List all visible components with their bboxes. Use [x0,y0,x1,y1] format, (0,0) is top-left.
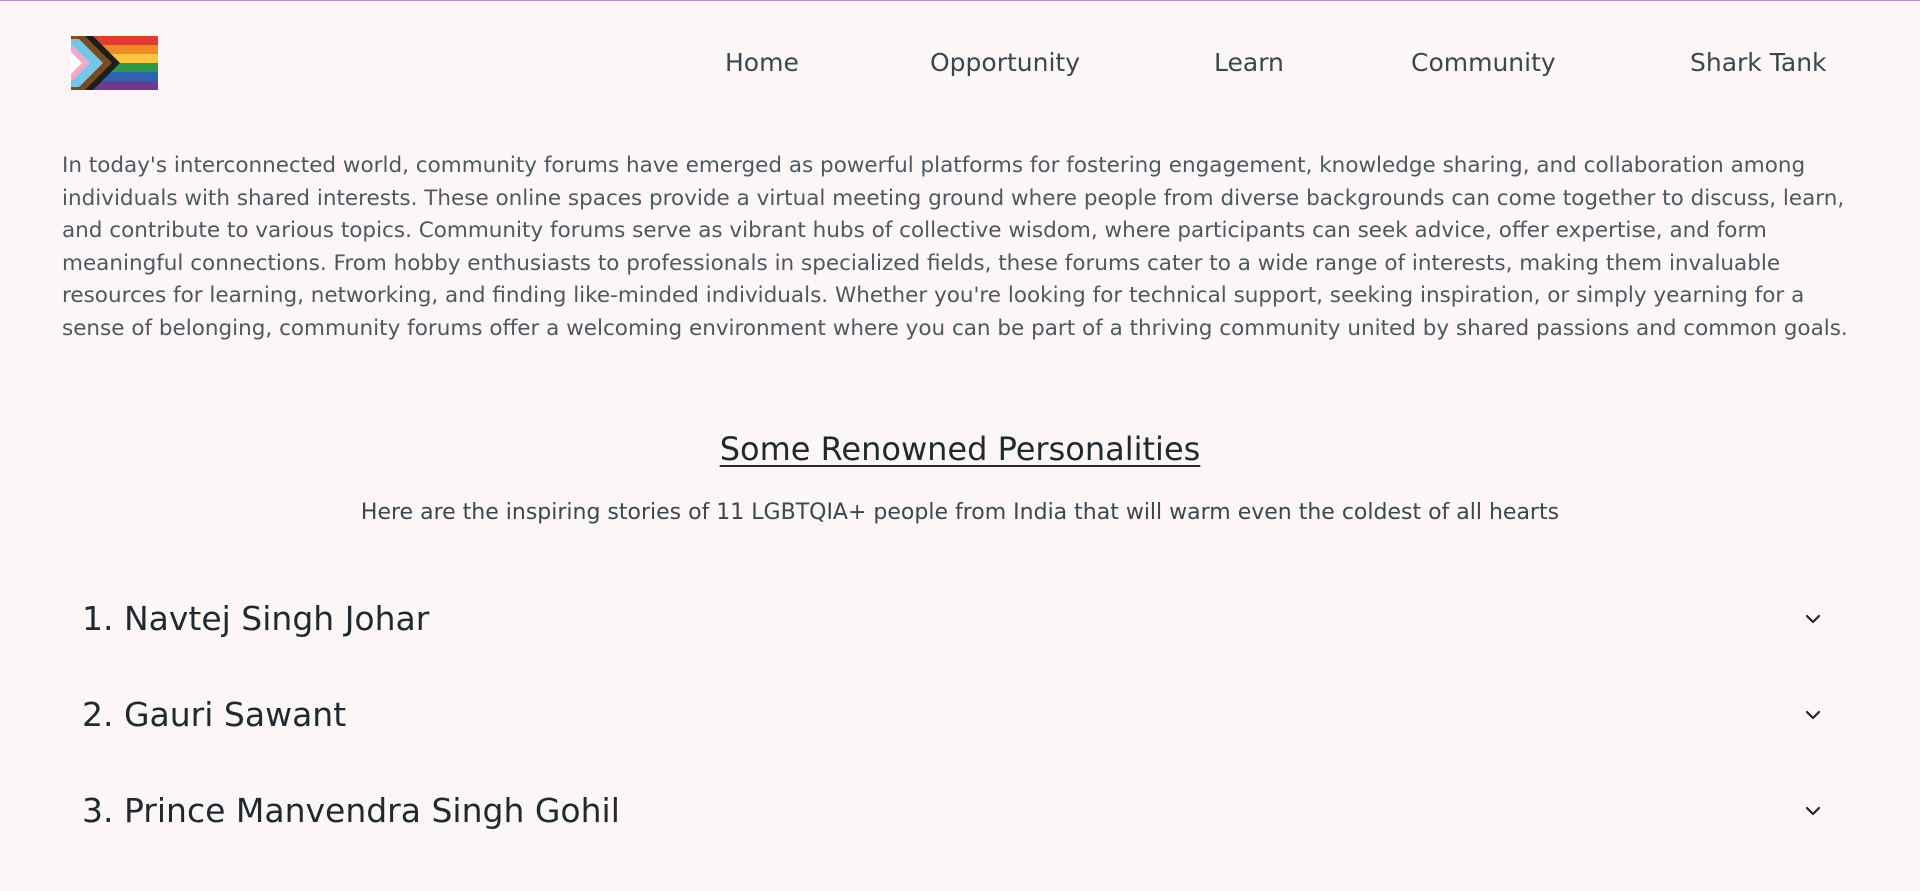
section-subtitle: Here are the inspiring stories of 11 LGB… [360,500,1560,525]
nav-community[interactable]: Community [1411,48,1556,77]
section-title: Some Renowned Personalities [0,430,1920,468]
accordion-item-title: 3. Prince Manvendra Singh Gohil [82,791,620,830]
section-title-text: Some Renowned Personalities [719,430,1201,468]
intro-paragraph: In today's interconnected world, communi… [62,153,1848,341]
accordion-item-navtej-singh-johar[interactable]: 1. Navtej Singh Johar [72,589,1842,649]
accordion-item-prince-manvendra-singh-gohil[interactable]: 3. Prince Manvendra Singh Gohil [72,781,1842,841]
top-border [0,0,1920,1]
chevron-down-icon[interactable] [1804,610,1822,628]
nav-shark-tank[interactable]: Shark Tank [1690,48,1827,77]
chevron-down-icon[interactable] [1804,802,1822,820]
nav-home[interactable]: Home [725,48,799,77]
nav-learn[interactable]: Learn [1214,48,1284,77]
main-nav: Home Opportunity Learn Community Shark T… [0,44,1920,84]
accordion-item-title: 2. Gauri Sawant [82,695,347,734]
nav-opportunity[interactable]: Opportunity [930,48,1080,77]
accordion-item-title: 1. Navtej Singh Johar [82,599,430,638]
accordion-item-gauri-sawant[interactable]: 2. Gauri Sawant [72,685,1842,745]
chevron-down-icon[interactable] [1804,706,1822,724]
